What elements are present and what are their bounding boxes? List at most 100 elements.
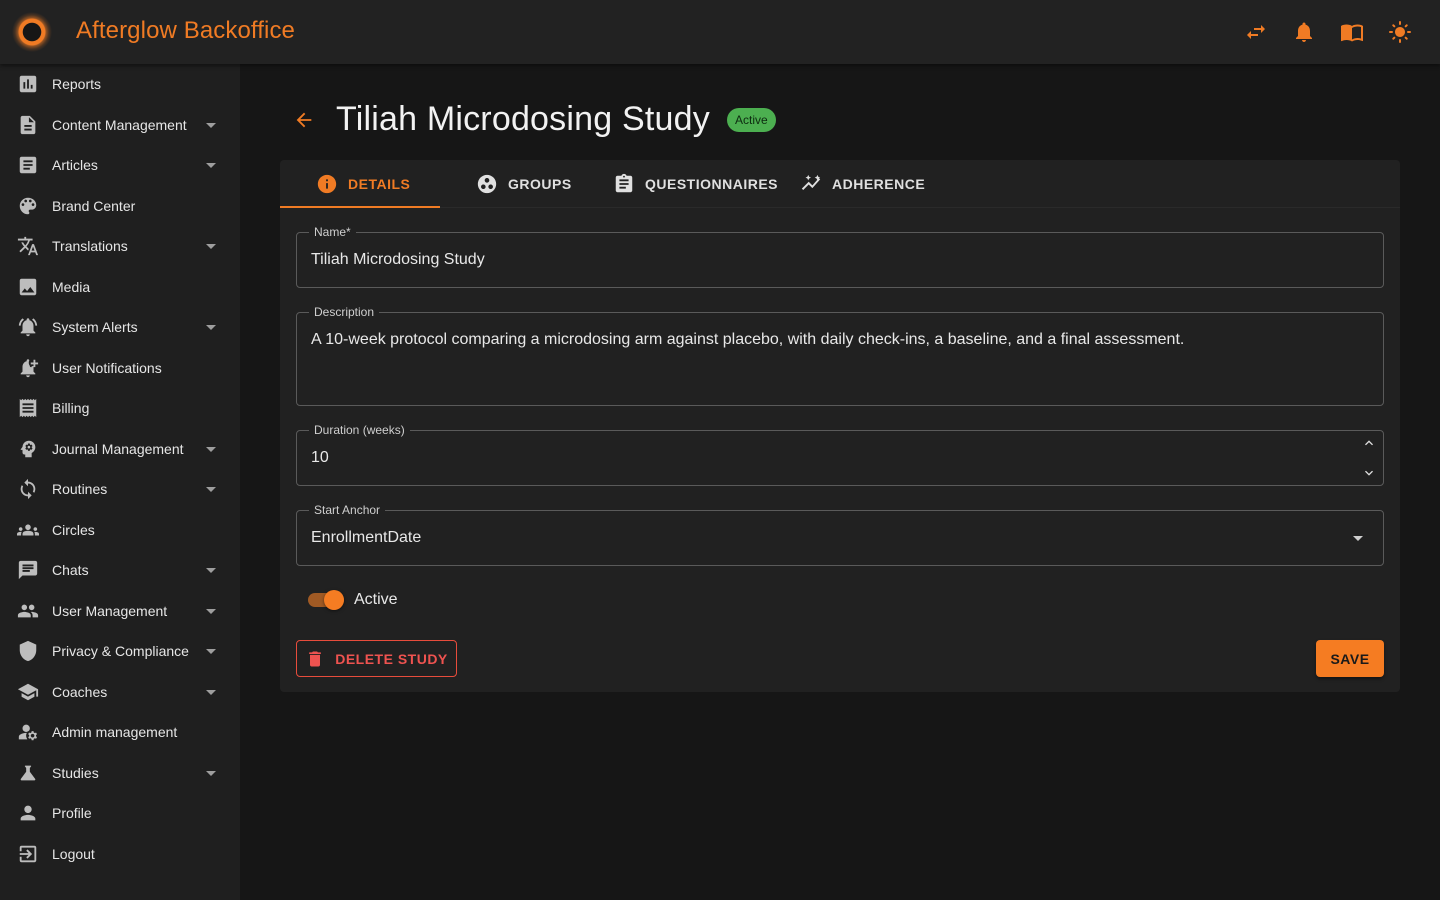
- duration-field[interactable]: Duration (weeks) 10: [296, 423, 1384, 486]
- tab-adherence[interactable]: ADHERENCE: [800, 160, 925, 208]
- sidebar-item-label: Reports: [52, 76, 102, 92]
- sidebar-item-content-management[interactable]: Content Management: [0, 105, 240, 145]
- sidebar-item-label: User Management: [52, 603, 168, 619]
- expand-caret-icon: [206, 162, 216, 168]
- start-anchor-label: Start Anchor: [309, 503, 386, 517]
- expand-caret-icon: [206, 243, 216, 249]
- page-title: Tiliah Microdosing Study: [336, 100, 710, 138]
- description-field-label: Description: [309, 305, 380, 319]
- status-badge: Active: [727, 108, 776, 132]
- expand-caret-icon: [206, 324, 216, 330]
- sidebar-item-label: Brand Center: [52, 198, 136, 214]
- tab-label: ADHERENCE: [832, 176, 926, 192]
- sidebar-item-system-alerts[interactable]: System Alerts: [0, 307, 240, 347]
- receipt-icon: [16, 396, 40, 420]
- docs-button[interactable]: [1336, 16, 1368, 48]
- sidebar-item-routines[interactable]: Routines: [0, 469, 240, 509]
- sidebar-item-label: Journal Management: [52, 441, 184, 457]
- sidebar-item-brand-center[interactable]: Brand Center: [0, 186, 240, 226]
- tab-details[interactable]: DETAILS: [316, 160, 410, 208]
- sidebar-item-label: Privacy & Compliance: [52, 643, 189, 659]
- sidebar-item-label: Content Management: [52, 117, 187, 133]
- sidebar-item-circles[interactable]: Circles: [0, 510, 240, 550]
- tab-questionnaires[interactable]: QUESTIONNAIRES: [613, 160, 778, 208]
- sun-icon: [1389, 21, 1411, 43]
- start-anchor-value: EnrollmentDate: [311, 529, 422, 546]
- bell-icon: [1296, 22, 1312, 42]
- app-title: Afterglow Backoffice: [76, 17, 295, 44]
- sidebar-item-label: Billing: [52, 400, 90, 416]
- psychology-icon: [16, 437, 40, 461]
- tab-groups[interactable]: GROUPS: [476, 160, 572, 208]
- school-icon: [16, 680, 40, 704]
- sidebar-item-studies[interactable]: Studies: [0, 753, 240, 793]
- sidebar-item-media[interactable]: Media: [0, 267, 240, 307]
- sidebar-item-user-notifications[interactable]: User Notifications: [0, 348, 240, 388]
- flask-icon: [16, 761, 40, 785]
- book-icon: [1341, 24, 1363, 42]
- expand-caret-icon: [206, 486, 216, 492]
- tab-label: DETAILS: [348, 176, 411, 192]
- sidebar-item-billing[interactable]: Billing: [0, 388, 240, 428]
- logout-icon: [16, 842, 40, 866]
- save-button[interactable]: SAVE: [1316, 640, 1384, 677]
- sidebar-item-label: Profile: [52, 805, 92, 821]
- sidebar-item-coaches[interactable]: Coaches: [0, 672, 240, 712]
- chevron-up-icon[interactable]: [1361, 435, 1377, 451]
- duration-stepper: [1359, 435, 1379, 481]
- sidebar-item-profile[interactable]: Profile: [0, 793, 240, 833]
- delete-study-button[interactable]: DELETE STUDY: [296, 640, 457, 677]
- sidebar-item-label: Chats: [52, 562, 89, 578]
- sidebar-item-articles[interactable]: Articles: [0, 145, 240, 185]
- shield-icon: [16, 639, 40, 663]
- tab-label: QUESTIONNAIRES: [645, 176, 779, 192]
- sidebar: Reports Content Management Articles Bran…: [0, 64, 240, 900]
- sidebar-item-label: Studies: [52, 765, 99, 781]
- start-anchor-select[interactable]: Start Anchor EnrollmentDate: [296, 503, 1384, 566]
- notifications-button[interactable]: [1288, 16, 1320, 48]
- sidebar-item-chats[interactable]: Chats: [0, 550, 240, 590]
- expand-caret-icon: [206, 567, 216, 573]
- study-card: DETAILS GROUPS QUESTIONNAIRES ADHERENCE …: [280, 160, 1400, 692]
- sidebar-item-user-management[interactable]: User Management: [0, 591, 240, 631]
- name-field[interactable]: Name* Tiliah Microdosing Study: [296, 225, 1384, 288]
- theme-toggle-button[interactable]: [1384, 16, 1416, 48]
- name-field-value: Tiliah Microdosing Study: [311, 251, 485, 268]
- sidebar-item-translations[interactable]: Translations: [0, 226, 240, 266]
- sync-icon: [16, 477, 40, 501]
- tab-bar: DETAILS GROUPS QUESTIONNAIRES ADHERENCE: [280, 160, 1400, 208]
- sidebar-item-label: Circles: [52, 522, 95, 538]
- logo: [12, 12, 52, 52]
- sidebar-item-journal-management[interactable]: Journal Management: [0, 429, 240, 469]
- active-toggle[interactable]: [308, 588, 346, 612]
- expand-caret-icon: [206, 770, 216, 776]
- sidebar-item-logout[interactable]: Logout: [0, 834, 240, 874]
- palette-icon: [16, 194, 40, 218]
- tab-active-indicator: [280, 206, 440, 208]
- tab-label: GROUPS: [508, 176, 572, 192]
- sidebar-item-admin-management[interactable]: Admin management: [0, 712, 240, 752]
- people-icon: [16, 599, 40, 623]
- description-field-value: A 10-week protocol comparing a microdosi…: [311, 331, 1185, 348]
- swap-button[interactable]: [1240, 16, 1272, 48]
- manage-accounts-icon: [16, 720, 40, 744]
- duration-field-value: 10: [311, 449, 329, 466]
- expand-caret-icon: [206, 122, 216, 128]
- description-field[interactable]: Description A 10-week protocol comparing…: [296, 305, 1384, 406]
- sidebar-item-reports[interactable]: Reports: [0, 64, 240, 104]
- notification-add-icon: [16, 356, 40, 380]
- alarm-icon: [16, 315, 40, 339]
- expand-caret-icon: [206, 648, 216, 654]
- sidebar-item-privacy-compliance[interactable]: Privacy & Compliance: [0, 631, 240, 671]
- back-button[interactable]: [288, 104, 320, 136]
- expand-caret-icon: [206, 608, 216, 614]
- toggle-thumb: [324, 590, 344, 610]
- delete-study-label: DELETE STUDY: [335, 650, 448, 667]
- article-icon: [16, 153, 40, 177]
- clipboard-icon: [615, 173, 633, 193]
- expand-caret-icon: [206, 689, 216, 695]
- chevron-down-icon[interactable]: [1361, 465, 1377, 481]
- sidebar-item-label: Logout: [52, 846, 95, 862]
- groups-circle-icon: [477, 174, 497, 194]
- trash-icon: [309, 651, 322, 666]
